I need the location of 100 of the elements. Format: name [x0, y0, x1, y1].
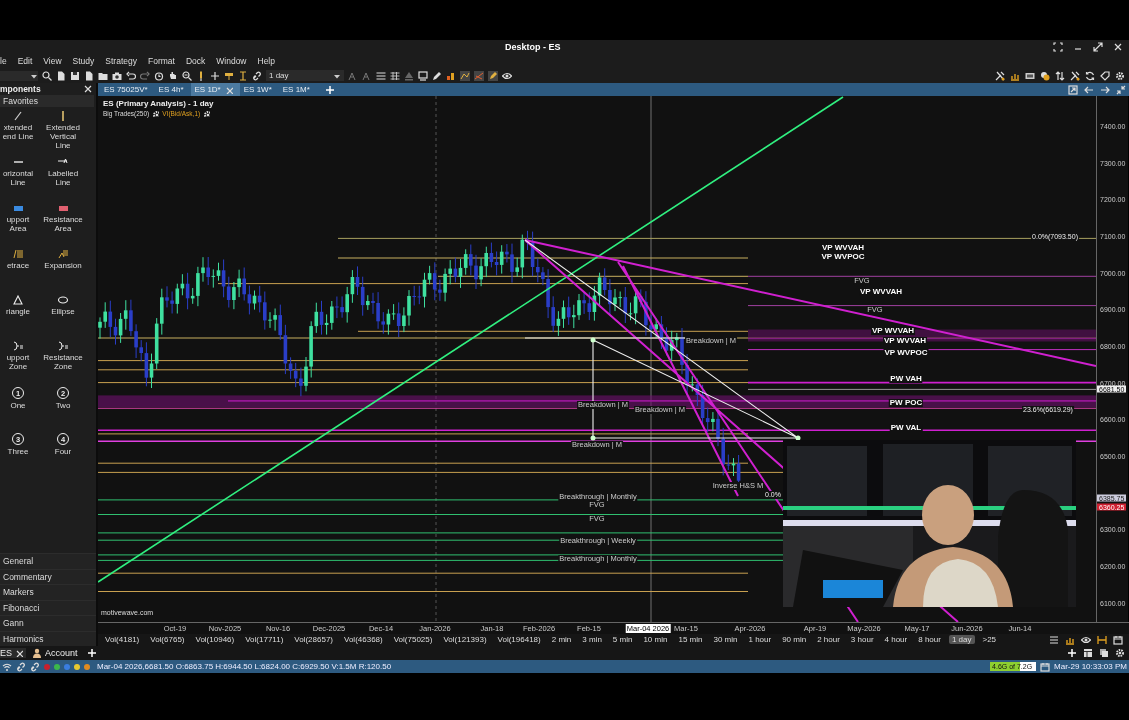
tool-label[interactable]: Two [55, 401, 71, 410]
zone-icon[interactable] [57, 341, 69, 351]
ruler-icon[interactable] [224, 70, 234, 81]
table-icon[interactable] [1083, 648, 1093, 658]
file-icon[interactable] [84, 70, 94, 81]
draw-tool-icon[interactable] [474, 70, 484, 81]
crosshair-icon[interactable] [210, 70, 220, 81]
measure-icon[interactable] [238, 70, 248, 81]
resistance-area-icon[interactable] [57, 203, 69, 213]
eye-icon[interactable] [1081, 634, 1091, 645]
settings-icon[interactable] [1115, 70, 1125, 81]
link-icon[interactable] [30, 661, 40, 672]
alarm-clock-icon[interactable] [154, 70, 164, 81]
window-icon[interactable] [1025, 70, 1035, 81]
tool-label[interactable]: xtended end Line [2, 123, 34, 141]
fill-color-icon[interactable] [404, 70, 414, 81]
menu-item[interactable]: Format [142, 56, 181, 66]
chart-tab[interactable]: ES 1D* [190, 83, 240, 96]
timeframe-button[interactable]: 2 hour [814, 635, 843, 645]
retrace-icon[interactable] [12, 249, 24, 259]
tool-label[interactable]: Resistance Zone [43, 353, 83, 371]
triangle-icon[interactable] [12, 295, 24, 305]
menu-item[interactable]: Window [211, 56, 253, 66]
save-icon[interactable] [70, 70, 80, 81]
timeframe-button[interactable]: Vol(28657) [291, 635, 336, 645]
tool-label[interactable]: Labelled Line [47, 169, 79, 187]
category-item[interactable]: General [0, 553, 96, 569]
bars-icon[interactable] [446, 70, 456, 81]
menu-item[interactable]: Study [67, 56, 101, 66]
tool-label[interactable]: riangle [6, 307, 30, 316]
settings-icon[interactable] [152, 110, 160, 117]
link-icon[interactable] [252, 70, 262, 81]
timeframe-button[interactable]: 3 hour [847, 635, 877, 645]
add-icon[interactable] [86, 648, 97, 658]
tool-label[interactable]: Three [7, 447, 29, 456]
timeframe-button[interactable]: 8 hour [915, 635, 944, 645]
chart-tab[interactable]: ES 1W* [239, 83, 279, 96]
fullscreen-icon[interactable] [1053, 42, 1063, 52]
timeframe-button[interactable]: Vol(10946) [192, 635, 238, 645]
timeframe-button[interactable]: 5 min [609, 635, 636, 645]
category-item[interactable]: Markers [0, 584, 96, 600]
menu-item[interactable]: Edit [12, 56, 39, 66]
wrench-icon[interactable] [1070, 70, 1080, 81]
line-style-icon[interactable] [376, 70, 386, 81]
timeframe-button[interactable]: Vol(46368) [341, 635, 386, 645]
grid-icon[interactable] [390, 70, 400, 81]
refresh-icon[interactable] [1085, 70, 1095, 81]
monitor-icon[interactable] [418, 70, 428, 81]
tool-label[interactable]: Ellipse [51, 307, 75, 316]
tool-label[interactable]: Resistance Area [43, 215, 83, 233]
font-size-icon[interactable] [348, 70, 358, 81]
panel-tab[interactable]: ES [0, 648, 26, 658]
timeframe-button[interactable]: 4 hour [881, 635, 911, 645]
arrow-right-icon[interactable] [1100, 84, 1110, 95]
export-icon[interactable] [1068, 84, 1078, 95]
menu-item[interactable]: Dock [180, 56, 212, 66]
support-area-icon[interactable] [12, 203, 24, 213]
copy-icon[interactable] [1099, 648, 1109, 658]
width-icon[interactable] [1097, 634, 1107, 645]
arrow-left-icon[interactable] [1084, 84, 1094, 95]
menu-icon[interactable] [1049, 634, 1059, 645]
chart-tab[interactable]: ES 75025V* [100, 83, 155, 96]
hand-icon[interactable] [168, 70, 178, 81]
tool-label[interactable]: Expansion [44, 261, 82, 270]
symbol-field[interactable] [0, 70, 38, 81]
chart-tab[interactable]: ES 1M* [278, 83, 317, 96]
timeframe-button[interactable]: 1 hour [745, 635, 775, 645]
timeframe-button[interactable]: 10 min [640, 635, 671, 645]
settings-icon[interactable] [203, 110, 211, 117]
draw-tool-icon[interactable] [460, 70, 470, 81]
undo-icon[interactable] [126, 70, 136, 81]
chart-tab[interactable]: ES 4h* [154, 83, 191, 96]
timeframe-button[interactable]: 2 min [548, 635, 575, 645]
add-icon[interactable] [1067, 648, 1077, 658]
menu-item[interactable]: le [0, 56, 13, 66]
menu-item[interactable]: View [38, 56, 68, 66]
link-icon[interactable] [16, 661, 26, 672]
close-icon[interactable] [1113, 42, 1123, 52]
timeframe-button[interactable]: >25 [979, 635, 1000, 645]
timeframe-button[interactable]: Vol(6765) [147, 635, 188, 645]
collapse-icon[interactable] [1116, 84, 1126, 95]
coins-icon[interactable] [1040, 70, 1050, 81]
add-icon[interactable] [324, 84, 335, 95]
timeframe-button[interactable]: Vol(196418) [494, 635, 544, 645]
expansion-icon[interactable] [57, 249, 69, 259]
tool-label[interactable]: upport Zone [6, 353, 30, 371]
calendar-icon[interactable] [1113, 634, 1123, 645]
close-icon[interactable] [83, 84, 93, 94]
timeframe-button[interactable]: 15 min [675, 635, 706, 645]
timeframe-button[interactable]: Vol(75025) [390, 635, 436, 645]
tool-label[interactable]: upport Area [6, 215, 30, 233]
tag-icon[interactable] [1100, 70, 1110, 81]
wifi-icon[interactable] [2, 661, 12, 672]
settings-icon[interactable] [1115, 648, 1125, 658]
timeframe-button[interactable]: Vol(4181) [102, 635, 143, 645]
tool-label[interactable]: etrace [6, 261, 30, 270]
timeframe-button[interactable]: 30 min [710, 635, 741, 645]
trend-line-icon[interactable] [12, 111, 24, 121]
panel-tab[interactable]: Account [32, 648, 81, 658]
timeframe-button[interactable]: 90 min [779, 635, 810, 645]
